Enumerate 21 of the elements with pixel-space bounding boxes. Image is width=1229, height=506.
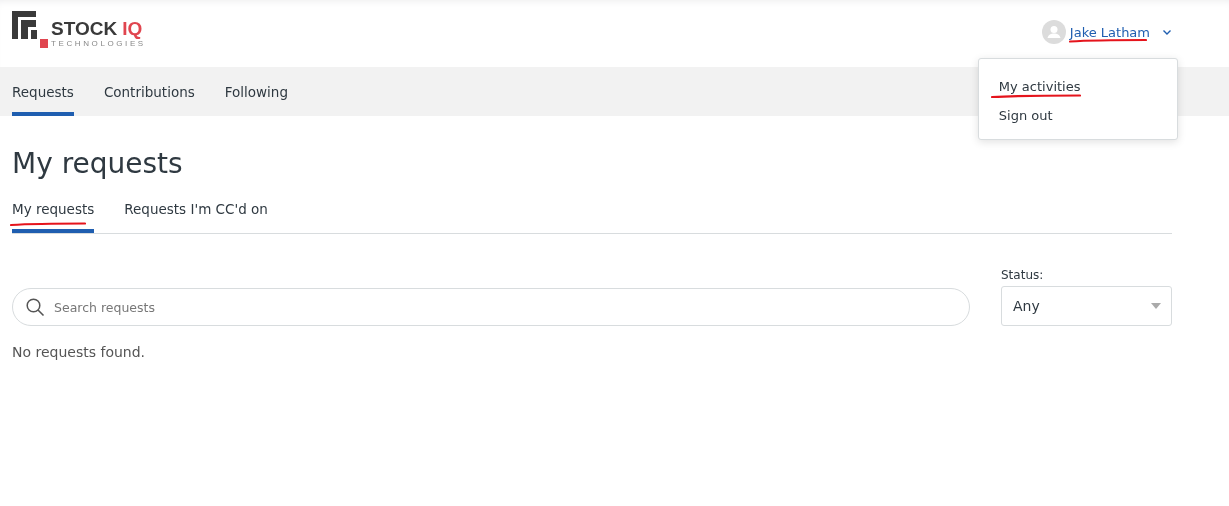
page-title: My requests — [12, 146, 184, 182]
logo-accent: IQ — [122, 19, 143, 39]
logo-tagline: TECHNOLOGIES — [51, 39, 146, 49]
dropdown-arrow-icon — [1151, 303, 1161, 309]
logo-name: STOCK — [51, 19, 118, 39]
status-dropdown[interactable]: Any — [1001, 286, 1172, 326]
search-field[interactable]: Search requests — [12, 288, 970, 326]
nav-tab[interactable]: Contributions — [103, 67, 195, 116]
nav-tab[interactable]: Following — [224, 67, 288, 116]
nav-tab[interactable]: Requests — [12, 67, 74, 116]
sub-tab[interactable]: My requests — [12, 201, 95, 233]
logo-mark-icon — [12, 11, 48, 49]
avatar-icon — [1041, 20, 1066, 44]
chevron-down-icon[interactable] — [1162, 28, 1172, 36]
empty-message: No requests found. — [12, 344, 147, 360]
search-icon — [26, 298, 45, 317]
sub-tab[interactable]: Requests I'm CC'd on — [124, 201, 268, 233]
user-menu-link[interactable]: Jake Latham — [1069, 24, 1150, 40]
status-label: Status: — [1001, 268, 1045, 282]
menu-item[interactable]: My activities — [998, 79, 1081, 94]
menu-item[interactable]: Sign out — [998, 108, 1053, 123]
